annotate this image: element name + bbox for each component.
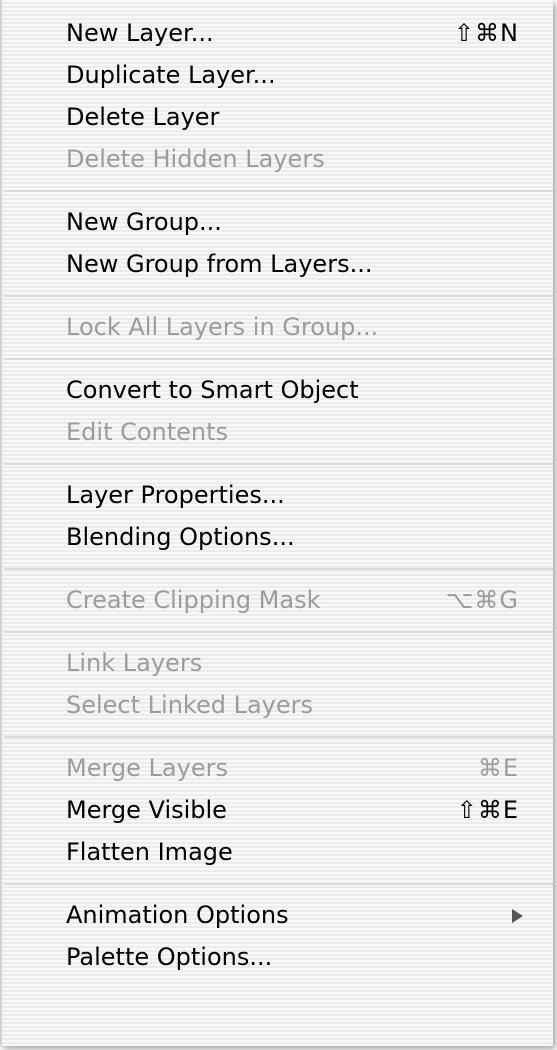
menu-item-label: Delete Layer — [66, 103, 220, 131]
menu-item-label: Blending Options... — [66, 523, 295, 551]
menu-separator — [2, 726, 553, 747]
menu-item-link-layers: Link Layers — [2, 642, 553, 684]
menu-separator — [2, 873, 553, 894]
menu-separator — [2, 285, 553, 306]
menu-item-label: Duplicate Layer... — [66, 61, 276, 89]
menu-item-label: Select Linked Layers — [66, 691, 314, 719]
submenu-arrow-icon — [512, 909, 523, 923]
menu-item-merge-layers: Merge Layers ⌘E — [2, 747, 553, 789]
menu-item-label: Palette Options... — [66, 943, 273, 971]
menu-item-label: New Group from Layers... — [66, 250, 373, 278]
menu-item-delete-layer[interactable]: Delete Layer — [2, 96, 553, 138]
menu-item-select-linked-layers: Select Linked Layers — [2, 684, 553, 726]
menu-item-label: Delete Hidden Layers — [66, 145, 325, 173]
menu-item-label: Edit Contents — [66, 418, 229, 446]
menu-item-label: Merge Visible — [66, 796, 227, 824]
menu-item-shortcut: ⇧⌘E — [456, 796, 519, 824]
menu-separator — [2, 621, 553, 642]
menu-separator — [2, 180, 553, 201]
menu-item-label: Animation Options — [66, 901, 289, 929]
menu-item-palette-options[interactable]: Palette Options... — [2, 936, 553, 978]
menu-item-new-layer[interactable]: New Layer... ⇧⌘N — [2, 12, 553, 54]
menu-item-flatten-image[interactable]: Flatten Image — [2, 831, 553, 873]
menu-item-label: Lock All Layers in Group... — [66, 313, 379, 341]
menu-item-new-group-from-layers[interactable]: New Group from Layers... — [2, 243, 553, 285]
menu-separator — [2, 453, 553, 474]
menu-item-label: New Group... — [66, 208, 222, 236]
layers-palette-menu: New Layer... ⇧⌘N Duplicate Layer... Delete … — [0, 0, 553, 1046]
menu-item-label: New Layer... — [66, 19, 214, 47]
menu-item-shortcut: ⌥⌘G — [445, 586, 519, 614]
menu-item-layer-properties[interactable]: Layer Properties... — [2, 474, 553, 516]
menu-item-label: Convert to Smart Object — [66, 376, 359, 404]
menu-item-label: Create Clipping Mask — [66, 586, 321, 614]
menu-item-animation-options[interactable]: Animation Options — [2, 894, 553, 936]
menu-item-label: Layer Properties... — [66, 481, 285, 509]
menu-separator — [2, 558, 553, 579]
menu-item-new-group[interactable]: New Group... — [2, 201, 553, 243]
menu-item-edit-contents: Edit Contents — [2, 411, 553, 453]
menu-separator — [2, 348, 553, 369]
menu-item-label: Link Layers — [66, 649, 203, 677]
menu-item-shortcut: ⇧⌘N — [453, 19, 519, 47]
menu-item-label: Flatten Image — [66, 838, 233, 866]
menu-item-blending-options[interactable]: Blending Options... — [2, 516, 553, 558]
menu-item-create-clipping-mask: Create Clipping Mask ⌥⌘G — [2, 579, 553, 621]
menu-item-shortcut: ⌘E — [477, 754, 519, 782]
menu-item-duplicate-layer[interactable]: Duplicate Layer... — [2, 54, 553, 96]
menu-item-lock-all-layers-in-group: Lock All Layers in Group... — [2, 306, 553, 348]
menu-item-merge-visible[interactable]: Merge Visible ⇧⌘E — [2, 789, 553, 831]
menu-item-delete-hidden-layers: Delete Hidden Layers — [2, 138, 553, 180]
menu-item-label: Merge Layers — [66, 754, 228, 782]
menu-item-convert-to-smart-object[interactable]: Convert to Smart Object — [2, 369, 553, 411]
